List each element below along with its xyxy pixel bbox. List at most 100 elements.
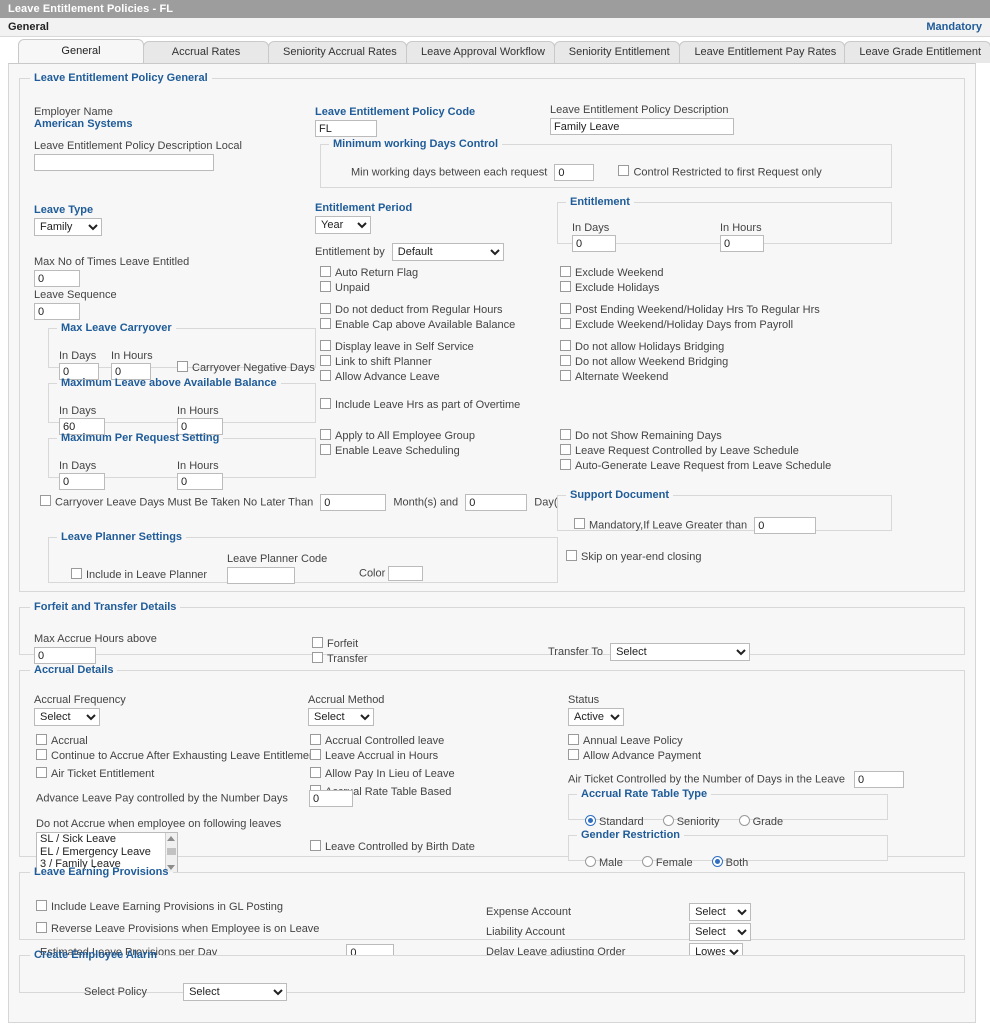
max-per-request-days-input[interactable] — [59, 473, 105, 490]
check-no-show-remaining-days[interactable]: Do not Show Remaining Days — [560, 429, 831, 444]
link-shift-planner-checkbox[interactable] — [320, 355, 331, 366]
check-continue-to-accrue[interactable]: Continue to Accrue After Exhausting Leav… — [36, 749, 318, 764]
post-ending-weekend-checkbox[interactable] — [560, 303, 571, 314]
tab-seniority-entitlement[interactable]: Seniority Entitlement — [553, 41, 681, 63]
exclude-weekend-checkbox[interactable] — [560, 266, 571, 277]
continue-to-accrue-checkbox[interactable] — [36, 749, 47, 760]
carryover-taken-checkbox[interactable] — [40, 495, 51, 507]
check-alternate-weekend[interactable]: Alternate Weekend — [560, 370, 820, 385]
check-exclude-weekend-payroll[interactable]: Exclude Weekend/Holiday Days from Payrol… — [560, 318, 820, 333]
expense-account-select[interactable]: Select — [689, 903, 752, 921]
check-no-weekend-bridging[interactable]: Do not allow Weekend Bridging — [560, 355, 820, 370]
check-allow-advance-payment[interactable]: Allow Advance Payment — [568, 749, 701, 764]
allow-advance-payment-checkbox[interactable] — [568, 749, 579, 760]
forfeit-checkbox[interactable] — [312, 637, 323, 648]
radio-standard[interactable]: Standard — [585, 814, 644, 830]
check-no-holidays-bridging[interactable]: Do not allow Holidays Bridging — [560, 340, 820, 355]
support-mandatory-input[interactable] — [754, 517, 817, 534]
leave-type-select[interactable]: Family — [34, 218, 102, 236]
policy-desc-local-input[interactable] — [34, 154, 214, 171]
check-forfeit[interactable]: Forfeit — [312, 637, 368, 652]
unpaid-checkbox[interactable] — [320, 281, 331, 292]
list-item[interactable]: EL / Emergency Leave — [37, 846, 177, 859]
exclude-holidays-checkbox[interactable] — [560, 281, 571, 292]
max-per-request-hours-input[interactable] — [177, 473, 223, 490]
alternate-weekend-checkbox[interactable] — [560, 370, 571, 381]
tab-leave-entitlement-pay-rates[interactable]: Leave Entitlement Pay Rates — [679, 41, 846, 63]
color-swatch-input[interactable] — [388, 566, 424, 581]
entitlement-by-select[interactable]: Default — [391, 243, 504, 261]
include-leave-hrs-overtime-checkbox[interactable] — [320, 398, 331, 409]
check-include-leave-hrs-overtime[interactable]: Include Leave Hrs as part of Overtime — [320, 398, 520, 413]
entitlement-days-input[interactable] — [572, 235, 616, 252]
enable-cap-checkbox[interactable] — [320, 318, 331, 329]
check-unpaid[interactable]: Unpaid — [320, 281, 515, 296]
check-skip-year-end-closing[interactable]: Skip on year-end closing — [566, 550, 701, 565]
check-allow-pay-in-lieu[interactable]: Allow Pay In Lieu of Leave — [310, 767, 455, 782]
check-link-shift-planner[interactable]: Link to shift Planner — [320, 355, 515, 370]
carryover-negative-days-checkbox[interactable] — [177, 361, 188, 372]
entitlement-hours-input[interactable] — [720, 235, 764, 252]
liability-account-select[interactable]: Select — [689, 923, 752, 941]
accrual-frequency-select[interactable]: Select — [34, 708, 100, 726]
include-in-leave-planner-row[interactable]: Include in Leave Planner — [71, 568, 207, 583]
tab-accrual-rates[interactable]: Accrual Rates — [143, 41, 269, 63]
select-policy-select[interactable]: Select — [183, 983, 288, 1001]
policy-code-input[interactable] — [315, 120, 377, 137]
check-exclude-holidays[interactable]: Exclude Holidays — [560, 281, 820, 296]
no-weekend-bridging-checkbox[interactable] — [560, 355, 571, 366]
carryover-taken-days-input[interactable] — [465, 494, 528, 511]
auto-generate-leave-request-checkbox[interactable] — [560, 459, 571, 470]
min-working-days-input[interactable] — [554, 164, 595, 181]
radio-grade[interactable]: Grade — [738, 814, 783, 830]
check-enable-leave-scheduling[interactable]: Enable Leave Scheduling — [320, 444, 460, 459]
check-auto-generate-leave-request[interactable]: Auto-Generate Leave Request from Leave S… — [560, 459, 831, 474]
check-include-gl-posting[interactable]: Include Leave Earning Provisions in GL P… — [36, 900, 319, 915]
check-enable-cap[interactable]: Enable Cap above Available Balance — [320, 318, 515, 333]
include-in-leave-planner-checkbox[interactable] — [71, 568, 82, 579]
accrual-checkbox[interactable] — [36, 734, 47, 745]
leave-planner-code-input[interactable] — [227, 567, 295, 584]
leave-accrual-in-hours-checkbox[interactable] — [310, 749, 321, 760]
check-leave-accrual-in-hours[interactable]: Leave Accrual in Hours — [310, 749, 455, 764]
list-item[interactable]: SL / Sick Leave — [37, 833, 177, 846]
check-annual-leave-policy[interactable]: Annual Leave Policy — [568, 734, 701, 749]
skip-year-end-closing-checkbox[interactable] — [566, 550, 577, 561]
tab-seniority-accrual-rates[interactable]: Seniority Accrual Rates — [268, 41, 407, 63]
no-holidays-bridging-checkbox[interactable] — [560, 340, 571, 351]
status-select[interactable]: Active — [568, 708, 624, 726]
carryover-taken-months-input[interactable] — [320, 494, 387, 511]
leave-sequence-input[interactable] — [34, 303, 80, 320]
check-accrual[interactable]: Accrual — [36, 734, 318, 749]
exclude-weekend-payroll-checkbox[interactable] — [560, 318, 571, 329]
accrual-controlled-leave-checkbox[interactable] — [310, 734, 321, 745]
max-accrue-hours-input[interactable] — [34, 647, 96, 664]
include-gl-posting-checkbox[interactable] — [36, 900, 47, 911]
check-leave-controlled-birth-date[interactable]: Leave Controlled by Birth Date — [310, 840, 475, 855]
check-reverse-provisions[interactable]: Reverse Leave Provisions when Employee i… — [36, 922, 319, 937]
seniority-radio[interactable] — [662, 815, 674, 826]
auto-return-flag-checkbox[interactable] — [320, 266, 331, 277]
check-apply-all-employee-group[interactable]: Apply to All Employee Group — [320, 429, 475, 444]
no-show-remaining-days-checkbox[interactable] — [560, 429, 571, 440]
advance-leave-pay-input[interactable] — [308, 790, 353, 807]
display-self-service-checkbox[interactable] — [320, 340, 331, 351]
air-ticket-entitlement-checkbox[interactable] — [36, 767, 47, 778]
reverse-provisions-checkbox[interactable] — [36, 922, 47, 933]
max-times-input[interactable] — [34, 270, 80, 287]
check-exclude-weekend[interactable]: Exclude Weekend — [560, 266, 820, 281]
do-not-deduct-checkbox[interactable] — [320, 303, 331, 314]
policy-desc-input[interactable] — [550, 118, 734, 135]
control-first-request-checkbox[interactable] — [618, 165, 630, 177]
support-mandatory-checkbox[interactable] — [574, 518, 585, 530]
check-allow-advance-leave[interactable]: Allow Advance Leave — [320, 370, 515, 385]
leave-controlled-birth-date-checkbox[interactable] — [310, 840, 321, 851]
check-auto-return-flag[interactable]: Auto Return Flag — [320, 266, 515, 281]
check-air-ticket-entitlement[interactable]: Air Ticket Entitlement — [36, 767, 318, 782]
tab-leave-approval-workflow[interactable]: Leave Approval Workflow — [405, 41, 555, 63]
transfer-to-select[interactable]: Select — [610, 643, 751, 661]
enable-leave-scheduling-checkbox[interactable] — [320, 444, 331, 455]
check-do-not-deduct[interactable]: Do not deduct from Regular Hours — [320, 303, 515, 318]
scroll-up-arrow-icon[interactable] — [167, 836, 175, 841]
apply-all-employee-group-checkbox[interactable] — [320, 429, 331, 440]
